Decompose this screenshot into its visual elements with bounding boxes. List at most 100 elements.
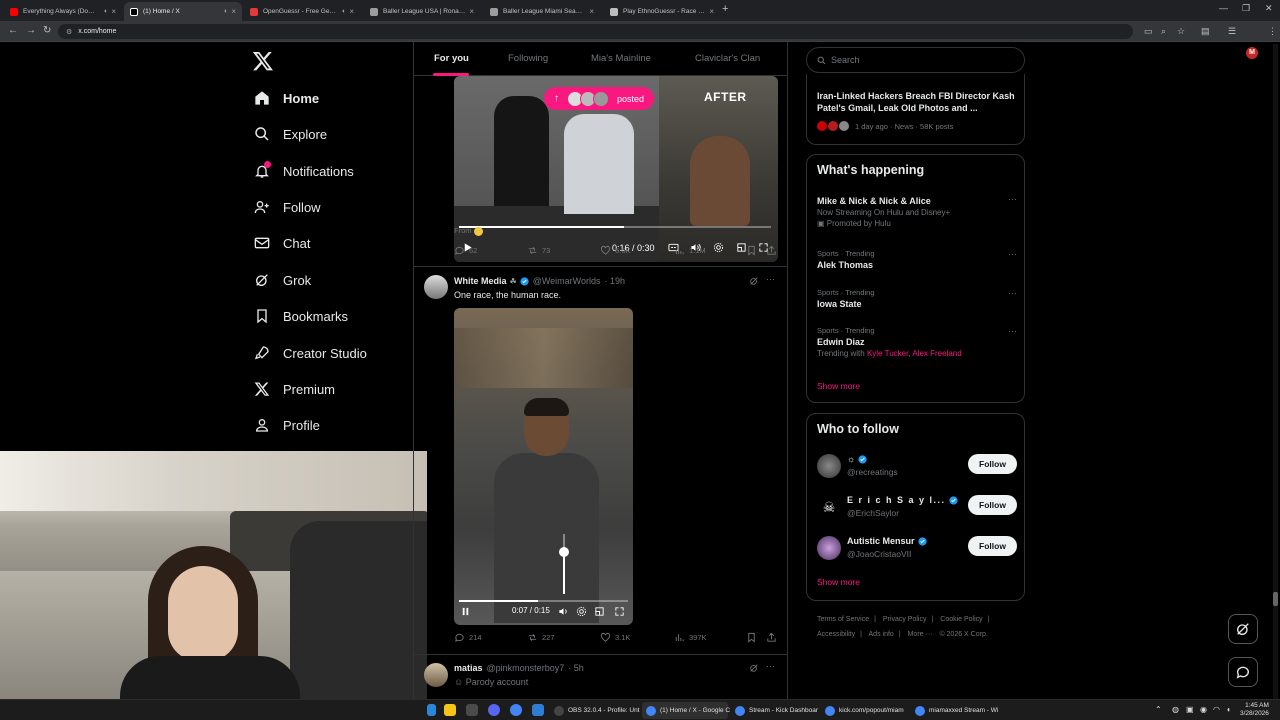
back-button[interactable]: ← (8, 25, 18, 36)
nav-notifications[interactable]: Notifications (254, 157, 354, 185)
wifi-icon[interactable]: ◠ (1213, 705, 1220, 714)
post[interactable]: matias @pinkmonsterboy7 · 5h ··· ☺ Parod… (414, 654, 787, 700)
profile-avatar[interactable]: M (1246, 47, 1258, 59)
volume-slider[interactable] (559, 534, 569, 594)
author-name[interactable]: White Media (454, 276, 507, 286)
share-button[interactable] (766, 245, 781, 256)
browser-tab-active[interactable]: (1) Home / X ◖ × (124, 2, 242, 21)
close-tab-icon[interactable]: × (349, 7, 354, 16)
avatar[interactable] (817, 454, 841, 478)
pause-icon[interactable] (460, 606, 471, 617)
author-handle[interactable]: @WeimarWorlds (533, 276, 601, 286)
show-more-link[interactable]: Show more (817, 577, 860, 587)
zoom-icon[interactable]: ⌕ (1161, 26, 1166, 37)
trend-item[interactable]: Sports · Trending Alek Thomas ··· (817, 249, 1017, 270)
site-info-icon[interactable]: ⚙ (66, 28, 72, 36)
reply-button[interactable]: 62 (454, 245, 477, 256)
tab-following[interactable]: Following (508, 53, 548, 64)
news-card[interactable]: Iran-Linked Hackers Breach FBI Director … (806, 74, 1025, 145)
nav-premium[interactable]: Premium (254, 375, 335, 403)
avatar[interactable] (424, 275, 448, 299)
nav-profile[interactable]: Profile (254, 411, 320, 439)
tray-app-icon[interactable]: ▣ (1186, 705, 1194, 714)
speaker-icon[interactable]: ◖ (1226, 705, 1231, 714)
avatar[interactable] (424, 663, 448, 687)
follow-button[interactable]: Follow (968, 454, 1017, 474)
browser-tab[interactable]: Play EthnoGuessr - Race Guessr... × (604, 2, 720, 21)
nav-home[interactable]: Home (254, 84, 319, 112)
system-clock[interactable]: 1:45 AM 3/28/2026 (1240, 702, 1269, 718)
start-icon[interactable] (427, 704, 436, 716)
close-tab-icon[interactable]: × (469, 7, 474, 16)
tray-chevron-icon[interactable]: ⌃ (1155, 705, 1162, 714)
sidebar-icon[interactable]: ▤ (1201, 26, 1210, 37)
browser-tab[interactable]: Baller League Miami Season 1 ... × (484, 2, 600, 21)
forward-button[interactable]: → (26, 25, 36, 36)
repost-button[interactable]: 227 (527, 632, 555, 643)
close-tab-icon[interactable]: × (709, 7, 714, 16)
views-button[interactable]: 1.1M (674, 245, 706, 256)
footer-link[interactable]: Accessibility (817, 631, 855, 638)
follow-button[interactable]: Follow (968, 536, 1017, 556)
follow-button[interactable]: Follow (968, 495, 1017, 515)
nav-grok[interactable]: Grok (254, 266, 311, 294)
trend-link[interactable]: Kyle Tucker (867, 349, 908, 358)
tray-app-icon[interactable]: ◍ (1172, 705, 1179, 714)
maximize-button[interactable]: ❐ (1242, 3, 1250, 14)
video-progress-bar[interactable] (459, 226, 771, 228)
browser-tab[interactable]: OpenGuessr - Free GeoGue... ◖ × (244, 2, 360, 21)
reload-button[interactable]: ↻ (43, 25, 51, 36)
grok-icon[interactable] (749, 663, 759, 673)
extensions-icon[interactable]: ☰ (1228, 26, 1236, 37)
footer-link[interactable]: More ··· (908, 631, 933, 638)
bookmark-button[interactable] (746, 632, 761, 643)
fullscreen-icon[interactable] (614, 606, 625, 617)
tab-mias-mainline[interactable]: Mia's Mainline (591, 53, 651, 64)
more-options-icon[interactable]: ··· (1008, 288, 1017, 298)
footer-link[interactable]: Ads info (869, 631, 894, 638)
more-options-icon[interactable]: ··· (1008, 326, 1017, 336)
taskbar-task[interactable]: kick.com/popout/miam (821, 702, 907, 719)
x-logo-icon[interactable] (252, 50, 274, 72)
tab-claviclars-clan[interactable]: Claviclar's Clan (695, 53, 760, 64)
share-button[interactable] (766, 632, 781, 643)
cast-icon[interactable]: ▭ (1144, 26, 1153, 37)
file-explorer-icon[interactable] (444, 704, 456, 716)
grok-fab-button[interactable] (1228, 614, 1258, 644)
tab-for-you[interactable]: For you (434, 53, 469, 64)
pip-icon[interactable] (594, 606, 605, 617)
nav-chat[interactable]: Chat (254, 229, 310, 257)
close-window-button[interactable]: ✕ (1265, 3, 1273, 14)
author-name[interactable]: matias (454, 663, 483, 673)
grok-icon[interactable] (749, 276, 759, 286)
minimize-button[interactable]: — (1219, 3, 1228, 13)
trend-link[interactable]: Alex Freeland (912, 349, 961, 358)
footer-link[interactable]: Cookie Policy (940, 616, 982, 623)
more-options-icon[interactable]: ··· (1008, 194, 1017, 204)
author-handle[interactable]: @pinkmonsterboy7 (487, 663, 565, 673)
suggested-account[interactable]: ☼ @recreatings Follow (817, 452, 1017, 482)
post2-video[interactable]: 0:07 / 0:15 (454, 308, 633, 625)
footer-link[interactable]: Privacy Policy (883, 616, 927, 623)
close-tab-icon[interactable]: × (589, 7, 594, 16)
more-options-icon[interactable]: ··· (766, 274, 775, 284)
like-button[interactable]: 6.6K (600, 245, 630, 256)
browser-tab[interactable]: Baller League USA | Ronaldinho... × (364, 2, 480, 21)
browser-tab[interactable]: Everything Always (Dom D... ◖ × (4, 2, 122, 21)
audio-icon[interactable]: ◖ (341, 8, 345, 15)
nav-bookmarks[interactable]: Bookmarks (254, 302, 348, 330)
video-progress-bar[interactable] (459, 600, 628, 602)
show-more-link[interactable]: Show more (817, 381, 860, 391)
store-icon[interactable] (466, 704, 478, 716)
search-input[interactable]: Search (806, 47, 1025, 73)
taskbar-task[interactable]: (1) Home / X - Google C (642, 702, 730, 719)
repost-button[interactable]: 73 (527, 245, 550, 256)
trend-item[interactable]: Sports · Trending Iowa State ··· (817, 288, 1017, 309)
chat-fab-button[interactable] (1228, 657, 1258, 687)
new-posts-pill[interactable]: ↑ posted (544, 87, 655, 110)
trend-item[interactable]: Mike & Nick & Nick & Alice Now Streaming… (817, 194, 1017, 228)
trend-item[interactable]: Sports · Trending Edwin Diaz Trending wi… (817, 326, 1017, 358)
menu-icon[interactable]: ⋮ (1268, 26, 1277, 37)
url-field[interactable]: ⚙ x.com/home (58, 24, 1133, 39)
like-button[interactable]: 3.1K (600, 632, 630, 643)
